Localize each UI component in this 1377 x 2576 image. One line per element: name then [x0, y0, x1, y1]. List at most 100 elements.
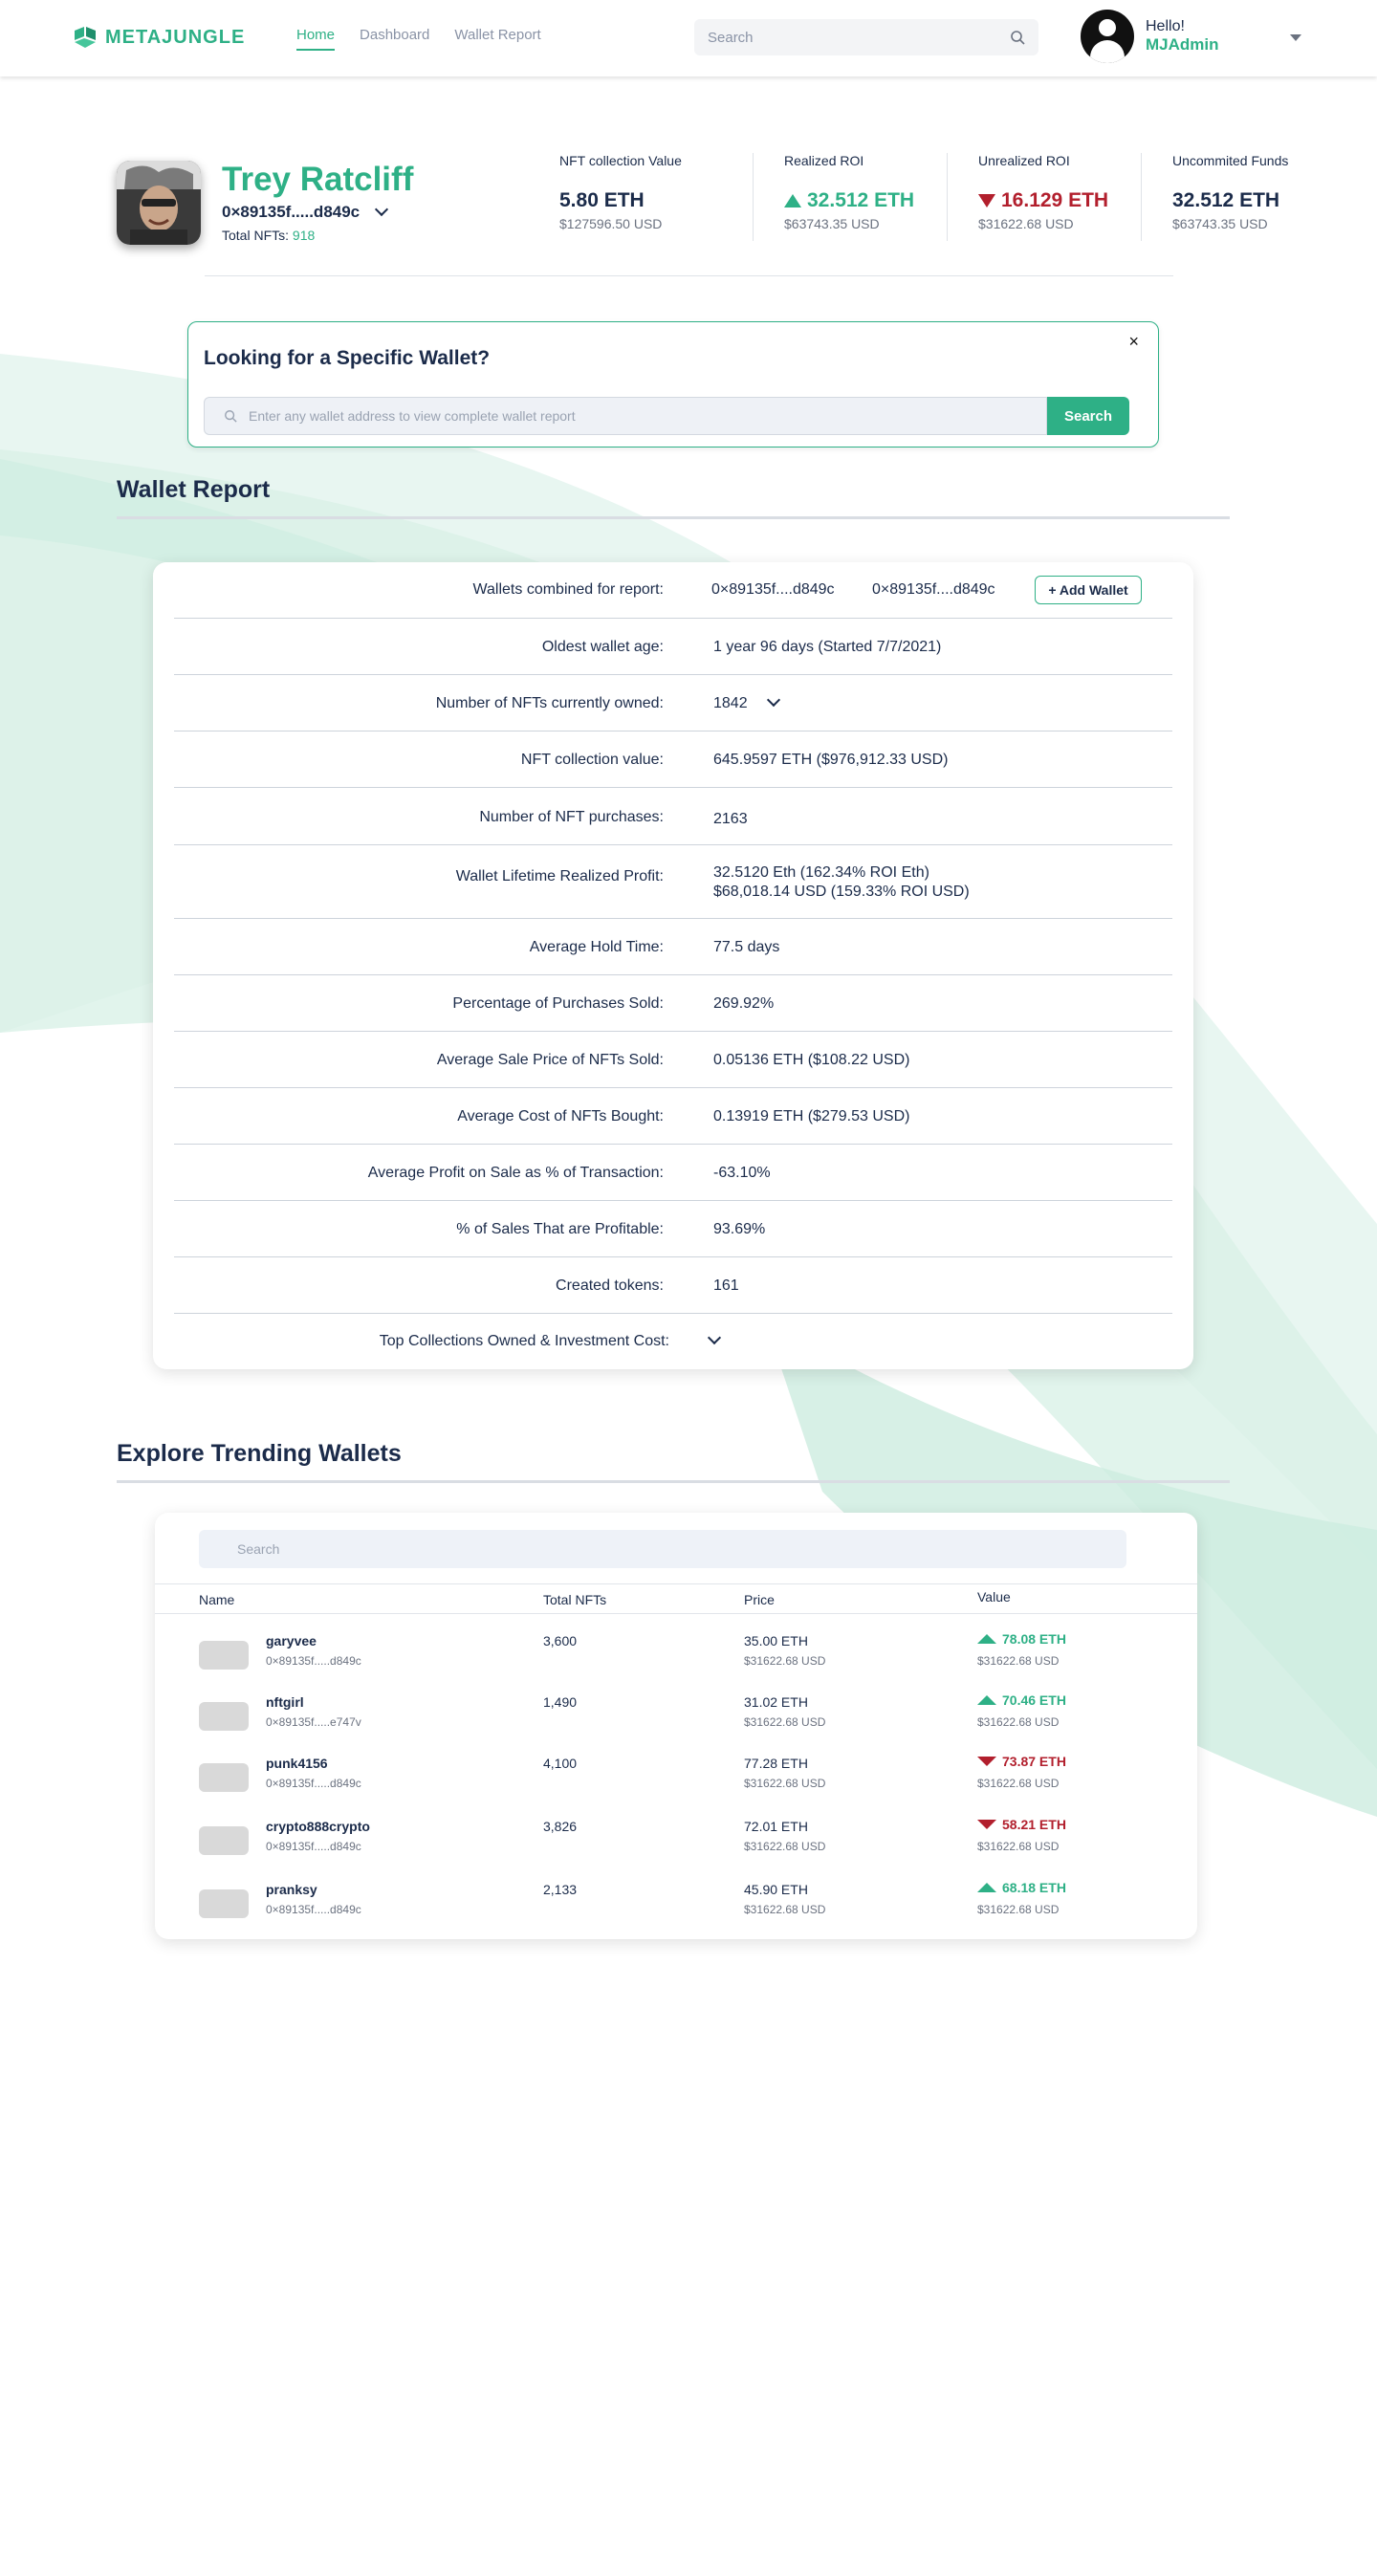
profile-name: Trey Ratcliff	[222, 161, 414, 198]
add-wallet-button[interactable]: + Add Wallet	[1035, 576, 1142, 604]
profile-photo	[117, 161, 201, 245]
report-row: Average Hold Time: 77.5 days	[174, 919, 1172, 975]
report-value: -63.10%	[713, 1165, 771, 1181]
table-row[interactable]: garyvee 0×89135f.....d849c 3,600 35.00 E…	[155, 1627, 1197, 1685]
close-icon[interactable]: ×	[1128, 332, 1139, 352]
logo[interactable]: METAJUNGLE	[73, 25, 245, 50]
nav-home[interactable]: Home	[296, 27, 336, 51]
arrow-up-icon	[977, 1883, 996, 1892]
header-search-input[interactable]: Search	[694, 19, 1038, 55]
col-name[interactable]: Name	[199, 1592, 234, 1607]
report-row: Wallet Lifetime Realized Profit: 32.5120…	[174, 845, 1172, 919]
wallet-address: 0×89135f.....d849c	[266, 1903, 361, 1916]
report-row: Number of NFTs currently owned: 1842	[174, 675, 1172, 731]
report-value: 93.69%	[713, 1221, 766, 1237]
report-row: Average Profit on Sale as % of Transacti…	[174, 1145, 1172, 1201]
arrow-up-icon	[784, 194, 801, 207]
report-value: 77.5 days	[713, 939, 780, 955]
col-price[interactable]: Price	[744, 1592, 775, 1607]
table-row[interactable]: punk4156 0×89135f.....d849c 4,100 77.28 …	[155, 1750, 1197, 1807]
report-value: $68,018.14 USD (159.33% ROI USD)	[713, 884, 970, 900]
search-icon[interactable]	[1010, 30, 1025, 45]
report-label: Percentage of Purchases Sold:	[452, 995, 664, 1012]
divider	[205, 275, 1173, 276]
stat-unrealized-roi: Unrealized ROI 16.129 ETH $31622.68 USD	[948, 153, 1142, 241]
report-value: 0.05136 ETH ($108.22 USD)	[713, 1052, 910, 1068]
stat-value: 5.80 ETH	[559, 189, 645, 211]
wallet-name[interactable]: pranksy	[266, 1882, 317, 1897]
report-label: Average Profit on Sale as % of Transacti…	[367, 1165, 664, 1181]
wallet-value-usd: $31622.68 USD	[977, 1840, 1060, 1853]
table-row[interactable]: crypto888crypto 0×89135f.....d849c 3,826…	[155, 1813, 1197, 1870]
wallet-chip-2[interactable]: 0×89135f....d849c	[872, 581, 995, 599]
wallet-name[interactable]: punk4156	[266, 1756, 328, 1771]
table-row[interactable]: pranksy 0×89135f.....d849c 2,133 45.90 E…	[155, 1876, 1197, 1933]
top-collections-toggle[interactable]	[707, 1330, 722, 1350]
wallet-value: 78.08 ETH	[977, 1631, 1066, 1647]
main-nav: Home Dashboard Wallet Report	[296, 27, 541, 51]
nfts-owned-dropdown[interactable]: 1842	[713, 692, 780, 712]
col-total-nfts[interactable]: Total NFTs	[543, 1592, 606, 1607]
col-value[interactable]: Value	[977, 1589, 1011, 1605]
table-header: Name Total NFTs Price Value	[155, 1583, 1197, 1614]
arrow-down-icon	[977, 1820, 996, 1829]
header-search-placeholder: Search	[708, 29, 754, 46]
wallet-value: 73.87 ETH	[977, 1754, 1066, 1769]
table-row[interactable]: nftgirl 0×89135f.....e747v 1,490 31.02 E…	[155, 1689, 1197, 1746]
stat-label: Realized ROI	[784, 153, 864, 168]
wallet-thumbnail	[199, 1641, 249, 1670]
trending-search-input[interactable]: Search	[199, 1530, 1126, 1568]
user-menu[interactable]: Hello! MJAdmin	[1081, 10, 1219, 63]
wallet-name[interactable]: garyvee	[266, 1633, 317, 1648]
profile-address-text: 0×89135f.....d849c	[222, 203, 361, 221]
wallet-address-placeholder: Enter any wallet address to view complet…	[249, 408, 576, 424]
wallet-address-input[interactable]: Enter any wallet address to view complet…	[204, 397, 1047, 435]
stat-usd: $63743.35 USD	[1172, 216, 1268, 231]
chevron-down-icon[interactable]	[375, 202, 389, 217]
username: MJAdmin	[1146, 35, 1219, 54]
chevron-down-icon[interactable]	[707, 1330, 722, 1345]
wallet-chip-1[interactable]: 0×89135f....d849c	[711, 581, 835, 599]
report-value: 0.13919 ETH ($279.53 USD)	[713, 1108, 910, 1124]
arrow-down-icon	[977, 1757, 996, 1766]
greeting: Hello!	[1146, 18, 1185, 34]
wallet-address: 0×89135f.....e747v	[266, 1715, 361, 1729]
wallet-report-title: Wallet Report	[117, 476, 271, 503]
wallet-thumbnail	[199, 1826, 249, 1855]
report-label: Average Hold Time:	[529, 939, 664, 955]
nav-wallet-report[interactable]: Wallet Report	[454, 27, 540, 51]
stat-label: Uncommited Funds	[1172, 153, 1289, 168]
report-label: Average Cost of NFTs Bought:	[457, 1108, 664, 1124]
wallet-price: 35.00 ETH	[744, 1633, 808, 1648]
report-row: Percentage of Purchases Sold: 269.92%	[174, 975, 1172, 1032]
wallet-thumbnail	[199, 1889, 249, 1918]
trending-wallets-card: Search Name Total NFTs Price Value garyv…	[155, 1513, 1197, 1939]
wallet-total-nfts: 2,133	[543, 1882, 578, 1897]
stat-collection-value: NFT collection Value 5.80 ETH $127596.50…	[559, 153, 754, 241]
profile-summary: Trey Ratcliff 0×89135f.....d849c Total N…	[117, 161, 413, 245]
wallet-price: 77.28 ETH	[744, 1756, 808, 1771]
chevron-down-icon[interactable]	[1290, 34, 1301, 41]
profile-avatar	[117, 161, 201, 245]
wallet-price: 72.01 ETH	[744, 1819, 808, 1834]
wallet-name[interactable]: crypto888crypto	[266, 1819, 370, 1834]
stat-value: 32.512 ETH	[1172, 189, 1280, 211]
report-row: Created tokens: 161	[174, 1257, 1172, 1314]
trending-title: Explore Trending Wallets	[117, 1440, 402, 1467]
report-label: Wallets combined for report:	[472, 581, 664, 598]
chevron-down-icon[interactable]	[766, 692, 780, 708]
trending-search-placeholder: Search	[237, 1541, 280, 1557]
search-button[interactable]: Search	[1047, 397, 1129, 435]
arrow-up-icon	[977, 1634, 996, 1644]
report-row-top-collections[interactable]: Top Collections Owned & Investment Cost:	[174, 1314, 1172, 1369]
arrow-up-icon	[977, 1695, 996, 1705]
profile-address[interactable]: 0×89135f.....d849c	[222, 202, 413, 222]
wallet-value: 58.21 ETH	[977, 1817, 1066, 1832]
user-avatar[interactable]	[1081, 10, 1134, 63]
logo-text: METAJUNGLE	[105, 26, 246, 48]
stat-usd: $127596.50 USD	[559, 216, 663, 231]
wallet-name[interactable]: nftgirl	[266, 1694, 304, 1710]
wallet-price-usd: $31622.68 USD	[744, 1654, 826, 1668]
report-value: 269.92%	[713, 995, 775, 1012]
nav-dashboard[interactable]: Dashboard	[360, 27, 429, 51]
